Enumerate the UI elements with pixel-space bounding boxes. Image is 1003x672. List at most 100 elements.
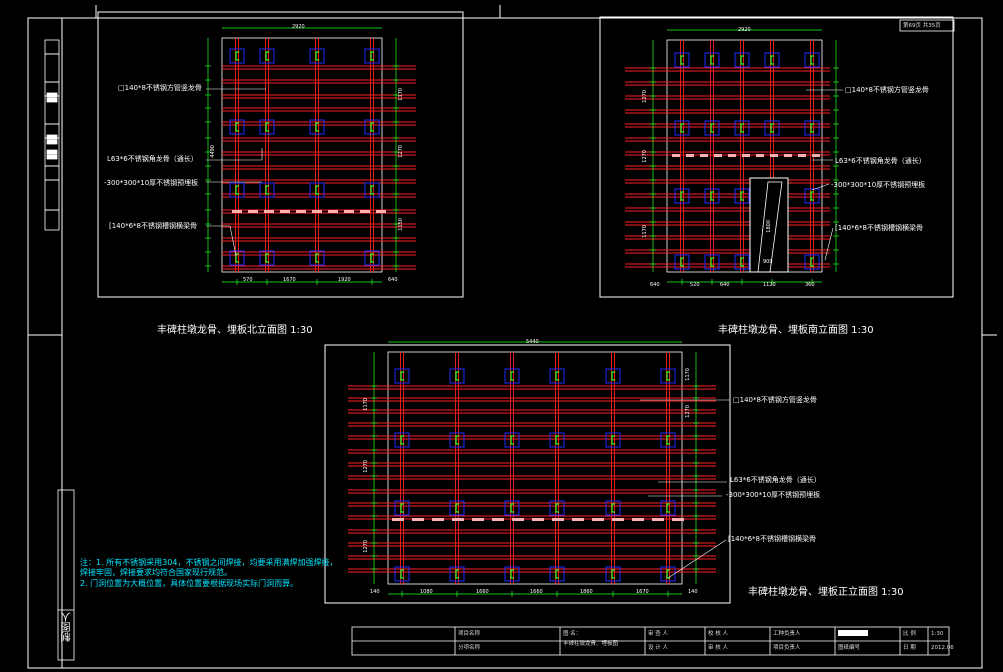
north-label-angle-keel: L63*6不锈钢角龙骨（通长） xyxy=(107,155,198,163)
north-band-376 xyxy=(376,210,386,213)
front-embed-plate-0-4 xyxy=(605,368,621,384)
front-dim-left-2: 1270 xyxy=(363,540,369,553)
south-elevation-drawing xyxy=(625,29,839,285)
tb-designer: 设 计 人 xyxy=(648,645,668,651)
south-dim-bottom-0: 640 xyxy=(650,282,660,288)
south-label-channel-keel: [140*6*8不锈钢槽钢横梁骨 xyxy=(835,224,923,232)
south-embed-plate-2-1 xyxy=(704,188,720,204)
front-band-432 xyxy=(432,518,444,521)
side-stamp-label: 制图人 xyxy=(62,612,73,642)
north-label-vertical-keel: □140*8不锈钢方管竖龙骨 xyxy=(118,84,202,92)
north-dim-left: 4490 xyxy=(210,145,216,158)
front-band-392 xyxy=(392,518,404,521)
north-band-360 xyxy=(360,210,370,213)
south-embed-plate-0-2 xyxy=(734,52,750,68)
north-dim-right-2: 1150 xyxy=(398,218,404,231)
south-embed-plate-1-3 xyxy=(764,120,780,136)
front-label-angle-keel: L63*6不锈钢角龙骨（通长） xyxy=(730,476,821,484)
south-dim-bottom-2: 640 xyxy=(720,282,730,288)
tb-project-lead: 工种负责人 xyxy=(773,631,801,637)
page-number: 第69页 共35页 xyxy=(903,23,941,29)
binding-cell-1 xyxy=(44,53,60,83)
north-embed-plate-3-1 xyxy=(259,250,275,266)
binding-mark-4 xyxy=(46,149,58,155)
south-band-728 xyxy=(728,154,736,157)
north-embed-plate-3-3 xyxy=(364,250,380,266)
north-embed-plate-0-2 xyxy=(309,48,325,64)
south-embed-plate-0-1 xyxy=(704,52,720,68)
south-embed-plate-0-4 xyxy=(804,52,820,68)
binding-cell-8 xyxy=(44,209,60,231)
front-dim-bottom-1: 1080 xyxy=(420,589,433,595)
north-dim-bottom-1: 1670 xyxy=(283,277,296,283)
north-embed-plate-3-0 xyxy=(229,250,245,266)
north-band-312 xyxy=(312,210,322,213)
tb-project-name: 项目名称 xyxy=(458,631,481,637)
north-band-248 xyxy=(248,210,258,213)
north-dim-bottom-2: 1920 xyxy=(338,277,351,283)
front-band-632 xyxy=(632,518,644,521)
front-dim-bottom-2: 1660 xyxy=(476,589,489,595)
tb-drawing-label: 图 名： xyxy=(563,631,582,637)
south-embed-plate-0-0 xyxy=(674,52,690,68)
north-embed-plate-2-1 xyxy=(259,182,275,198)
tb-section-lead: 项目负责人 xyxy=(773,645,801,651)
front-embed-plate-1-3 xyxy=(549,432,565,448)
binding-cell-6 xyxy=(44,165,60,181)
note-line-2: 焊接牢固，焊接要求均符合国家现行规范。 xyxy=(80,568,232,577)
tb-date-label: 日 期 xyxy=(903,645,916,651)
drawing-number-box xyxy=(838,630,868,636)
front-dim-left-1: 1270 xyxy=(363,460,369,473)
binding-cell-0 xyxy=(44,39,60,55)
front-outline xyxy=(387,351,683,585)
north-embed-plate-0-0 xyxy=(229,48,245,64)
front-dim-left-0: 1170 xyxy=(363,398,369,411)
north-view-title: 丰碑柱墩龙骨、埋板北立面图 1:30 xyxy=(157,325,313,336)
south-leader-embed-plate xyxy=(811,183,830,191)
front-label-channel-keel: [140*6*8不锈钢槽钢横梁骨 xyxy=(728,535,816,543)
south-embed-plate-1-1 xyxy=(704,120,720,136)
front-dim-bottom-4: 1860 xyxy=(580,589,593,595)
front-embed-plate-1-1 xyxy=(449,432,465,448)
note-line-3: 2. 门洞位置为大概位置，具体位置要根据现场实际门洞而算。 xyxy=(80,579,299,588)
front-dim-top: 5440 xyxy=(526,339,539,345)
north-dim-bottom-3: 640 xyxy=(388,277,398,283)
south-label-angle-keel: L63*6不锈钢角龙骨（通长） xyxy=(835,157,926,165)
south-dim-left-1: 1270 xyxy=(642,150,648,163)
front-band-612 xyxy=(612,518,624,521)
tb-reviewer: 审 查 人 xyxy=(648,631,668,637)
south-embed-plate-2-4 xyxy=(804,188,820,204)
binding-mark-3 xyxy=(46,139,58,145)
front-embed-plate-1-2 xyxy=(504,432,520,448)
north-band-296 xyxy=(296,210,306,213)
tb-approver: 审 核 人 xyxy=(708,645,728,651)
south-dim-bottom-1: 520 xyxy=(690,282,700,288)
south-embed-plate-1-4 xyxy=(804,120,820,136)
north-embed-plate-2-2 xyxy=(309,182,325,198)
tb-drawing-name: 丰碑柱墩龙骨、埋板图 xyxy=(563,641,619,647)
tb-division-name: 分项名称 xyxy=(458,645,481,651)
front-embed-plate-0-5 xyxy=(660,368,676,384)
tb-drawing-no: 图纸编号 xyxy=(838,645,861,651)
front-dim-bottom-6: 140 xyxy=(688,589,698,595)
north-band-344 xyxy=(344,210,354,213)
south-view-title: 丰碑柱墩龙骨、埋板南立面图 1:30 xyxy=(718,325,874,336)
south-label-vertical-keel: □140*8不锈钢方管竖龙骨 xyxy=(845,86,929,94)
front-dim-right-1: 1270 xyxy=(685,405,691,418)
south-door-dim-width: 900 xyxy=(763,259,773,265)
north-elevation-drawing xyxy=(205,27,416,285)
north-dim-right-1: 1270 xyxy=(398,145,404,158)
south-embed-plate-0-3 xyxy=(764,52,780,68)
front-band-452 xyxy=(452,518,464,521)
north-embed-plate-2-0 xyxy=(229,182,245,198)
front-elevation-drawing xyxy=(348,341,716,597)
binding-mark-2 xyxy=(46,134,58,140)
south-band-784 xyxy=(784,154,792,157)
south-band-756 xyxy=(756,154,764,157)
binding-mark-0 xyxy=(46,92,58,98)
south-band-672 xyxy=(672,154,680,157)
front-embed-plate-1-4 xyxy=(605,432,621,448)
south-dim-left-0: 1270 xyxy=(642,90,648,103)
north-band-328 xyxy=(328,210,338,213)
front-band-652 xyxy=(652,518,664,521)
